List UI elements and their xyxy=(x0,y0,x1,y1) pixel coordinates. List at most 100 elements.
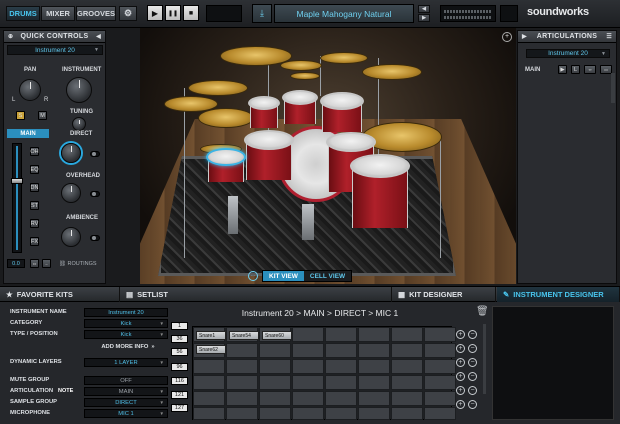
grid-cell[interactable] xyxy=(424,327,456,342)
crash-cymbal[interactable] xyxy=(188,80,248,96)
grid-cell[interactable] xyxy=(292,375,324,390)
kick-pedal[interactable] xyxy=(302,204,314,240)
grid-cell[interactable] xyxy=(325,343,357,358)
splash-cymbal[interactable] xyxy=(280,60,322,71)
sample-pad[interactable]: Snare54 xyxy=(229,331,259,340)
remove-layer-icon[interactable]: − xyxy=(468,330,477,339)
grid-cell[interactable] xyxy=(358,327,390,342)
mic-button-oh[interactable]: OH xyxy=(30,147,39,156)
grid-cell[interactable] xyxy=(391,375,423,390)
cell-view-button[interactable]: CELL VIEW xyxy=(303,271,352,281)
velocity-note[interactable]: 1 xyxy=(171,322,188,330)
expand-icon[interactable]: ▶ xyxy=(522,33,527,40)
stop-button[interactable]: ■ xyxy=(183,5,199,21)
china-cymbal[interactable] xyxy=(320,52,368,64)
fader-value-display[interactable]: 0.0 xyxy=(7,259,25,268)
settings-gear-icon[interactable]: ⚙ xyxy=(119,6,137,21)
panel-menu-icon[interactable]: ⊕ xyxy=(8,33,13,40)
grid-scrollbar[interactable] xyxy=(483,324,486,394)
snare-drum-selected[interactable] xyxy=(206,148,246,166)
ride-cymbal-left[interactable] xyxy=(198,108,254,128)
floor-tom-left[interactable] xyxy=(244,130,294,150)
mic-button-rv[interactable]: RV xyxy=(30,219,39,228)
crash-cymbal-right[interactable] xyxy=(362,64,422,80)
waveform-display[interactable] xyxy=(492,306,614,420)
grid-cell[interactable] xyxy=(193,359,225,374)
preset-name-display[interactable]: Maple Mahogany Natural xyxy=(274,4,414,23)
sample-group-select[interactable]: DIRECT ▼ xyxy=(84,398,168,407)
mute-button[interactable]: M xyxy=(38,111,47,120)
grid-cell[interactable] xyxy=(325,391,357,406)
tempo-display[interactable] xyxy=(206,5,242,22)
grid-cell[interactable] xyxy=(358,407,390,420)
grid-cell[interactable] xyxy=(391,359,423,374)
instrument-select[interactable]: Instrument 20 ▼ xyxy=(7,45,103,55)
microphone-select[interactable]: MIC 1 ▼ xyxy=(84,409,168,418)
grid-cell[interactable] xyxy=(292,327,324,342)
grid-cell[interactable] xyxy=(391,407,423,420)
dynamic-layers-select[interactable]: 1 LAYER ▼ xyxy=(84,358,168,367)
grid-cell[interactable] xyxy=(292,391,324,406)
splash-cymbal-small[interactable] xyxy=(290,72,320,80)
grid-cell[interactable] xyxy=(424,343,456,358)
routings-button[interactable]: ⛓ ROUTINGS xyxy=(59,261,97,267)
instrument-name-input[interactable]: Instrument 20 xyxy=(84,308,168,317)
note-button[interactable]: NOTE xyxy=(58,388,73,394)
add-more-info-button[interactable]: ADD MORE INFO» xyxy=(90,342,166,351)
add-layer-icon[interactable]: + xyxy=(456,400,465,409)
link-icon[interactable]: – xyxy=(42,259,51,268)
velocity-note[interactable]: 116 xyxy=(171,377,188,385)
articulation-select[interactable]: MAIN ▼ xyxy=(84,387,168,396)
velocity-note[interactable]: 56 xyxy=(171,348,188,356)
grid-cell[interactable] xyxy=(424,375,456,390)
lock-icon[interactable]: ▭ xyxy=(30,259,39,268)
add-layer-icon[interactable]: + xyxy=(456,386,465,395)
main-channel-label[interactable]: MAIN xyxy=(7,129,49,138)
volume-fader-handle[interactable] xyxy=(11,178,23,184)
view-options-icon[interactable]: ⋯ xyxy=(248,271,258,281)
tab-favorite-kits[interactable]: ★ FAVORITE KITS xyxy=(0,287,120,302)
type-position-select[interactable]: Kick ▼ xyxy=(84,330,168,339)
grid-cell[interactable] xyxy=(292,343,324,358)
solo-button[interactable]: S xyxy=(16,111,25,120)
add-layer-icon[interactable]: + xyxy=(456,358,465,367)
instrument-volume-knob[interactable] xyxy=(66,77,92,103)
preset-next-button[interactable]: ▶ xyxy=(418,14,430,22)
articulation-instrument-select[interactable]: Instrument 20 ▼ xyxy=(526,49,610,58)
articulation-scrollbar[interactable] xyxy=(611,73,615,103)
grid-cell[interactable] xyxy=(259,343,291,358)
grid-cell[interactable] xyxy=(424,391,456,406)
grid-cell[interactable] xyxy=(259,391,291,406)
tab-instrument-designer[interactable]: ✎ INSTRUMENT DESIGNER xyxy=(497,287,620,302)
floor-tom-right[interactable] xyxy=(326,132,376,152)
download-icon[interactable]: ⤓ xyxy=(252,4,272,23)
ambience-knob[interactable] xyxy=(61,227,81,247)
volume-display[interactable] xyxy=(500,5,518,22)
mute-group-select[interactable]: OFF xyxy=(84,376,168,385)
menu-icon[interactable]: ☰ xyxy=(606,33,612,40)
add-layer-icon[interactable]: + xyxy=(456,344,465,353)
grid-cell[interactable] xyxy=(193,407,225,420)
collapse-icon[interactable]: ◀ xyxy=(96,33,101,40)
grid-cell[interactable] xyxy=(292,359,324,374)
remove-layer-icon[interactable]: − xyxy=(468,386,477,395)
sample-grid[interactable]: Snare1 Snare54 Snare60 Snare62 xyxy=(192,326,456,420)
grid-cell[interactable] xyxy=(391,391,423,406)
hihat-pedal[interactable] xyxy=(228,196,238,234)
sample-pad[interactable]: Snare60 xyxy=(262,331,292,340)
kit-view-button[interactable]: KIT VIEW xyxy=(263,271,304,281)
mic-button-eq[interactable]: EQ xyxy=(30,165,39,174)
remove-layer-icon[interactable]: − xyxy=(468,400,477,409)
tab-drums[interactable]: DRUMS xyxy=(6,6,40,21)
add-layer-icon[interactable]: + xyxy=(456,372,465,381)
mic-button-fx[interactable]: FX xyxy=(30,237,39,246)
grid-cell[interactable] xyxy=(325,407,357,420)
sample-pad[interactable]: Snare1 xyxy=(196,331,226,340)
ride-cymbal[interactable] xyxy=(362,122,442,152)
category-select[interactable]: Kick ▼ xyxy=(84,319,168,328)
grid-cell[interactable] xyxy=(259,375,291,390)
grid-cell[interactable] xyxy=(358,391,390,406)
play-button[interactable]: ▶ xyxy=(147,5,163,21)
preset-prev-button[interactable]: ◀ xyxy=(418,5,430,13)
floor-tom-large[interactable] xyxy=(350,154,410,178)
